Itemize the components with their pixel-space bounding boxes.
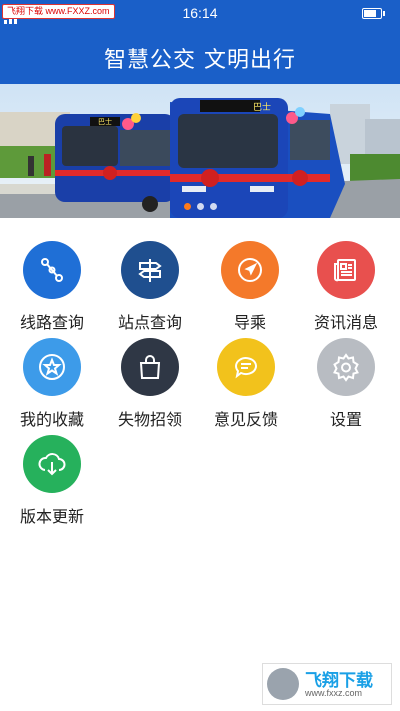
menu-item-version-update[interactable]: 版本更新 (2, 435, 102, 531)
menu-label: 资讯消息 (313, 313, 378, 332)
route-icon (23, 241, 81, 299)
carousel-indicator (0, 195, 400, 214)
banner-carousel[interactable]: 巴士 巴士 (0, 84, 400, 218)
bus-sign-right: 巴士 (253, 101, 271, 113)
menu-label: 意见反馈 (213, 410, 278, 429)
carousel-dot[interactable] (209, 203, 217, 210)
menu-label: 我的收藏 (19, 410, 84, 429)
gear-icon (317, 338, 375, 396)
status-time: 16:14 (182, 5, 218, 21)
menu-item-news[interactable]: 资讯消息 (296, 241, 396, 337)
bus-sign-left: 巴士 (98, 117, 112, 126)
shopping-bag-icon (121, 338, 179, 396)
carousel-dot[interactable] (183, 203, 191, 210)
carousel-dot[interactable] (196, 203, 204, 210)
chat-bubble-icon (217, 338, 275, 396)
watermark-logo: 飞翔下载 www.fxxz.com (262, 663, 392, 705)
menu-label: 设置 (329, 410, 362, 429)
menu-item-stop-query[interactable]: 站点查询 (100, 241, 200, 337)
page-title: 智慧公交 文明出行 (104, 48, 296, 73)
menu-item-settings[interactable]: 设置 (296, 338, 396, 434)
menu-label: 失物招领 (117, 410, 182, 429)
status-bar: 飞翔下载 www.FXXZ.com 16:14 (0, 0, 400, 28)
cloud-download-icon (23, 435, 81, 493)
navigation-arrow-icon (221, 241, 279, 299)
menu-item-favorites[interactable]: 我的收藏 (2, 338, 102, 434)
menu-label: 站点查询 (117, 313, 182, 332)
battery-icon (362, 8, 385, 19)
menu-item-route-query[interactable]: 线路查询 (2, 241, 102, 337)
menu-label: 版本更新 (19, 507, 84, 526)
logo-icon (267, 668, 299, 700)
menu-item-guide[interactable]: 导乘 (200, 241, 300, 337)
signpost-icon (121, 241, 179, 299)
watermark-url: www.fxxz.com (305, 688, 363, 698)
menu-item-feedback[interactable]: 意见反馈 (196, 338, 296, 434)
newspaper-icon (317, 241, 375, 299)
menu-item-lost-found[interactable]: 失物招领 (100, 338, 200, 434)
menu-label: 线路查询 (19, 313, 84, 332)
menu-label: 导乘 (233, 313, 266, 332)
star-icon (23, 338, 81, 396)
app-header: 智慧公交 文明出行 (0, 28, 400, 84)
